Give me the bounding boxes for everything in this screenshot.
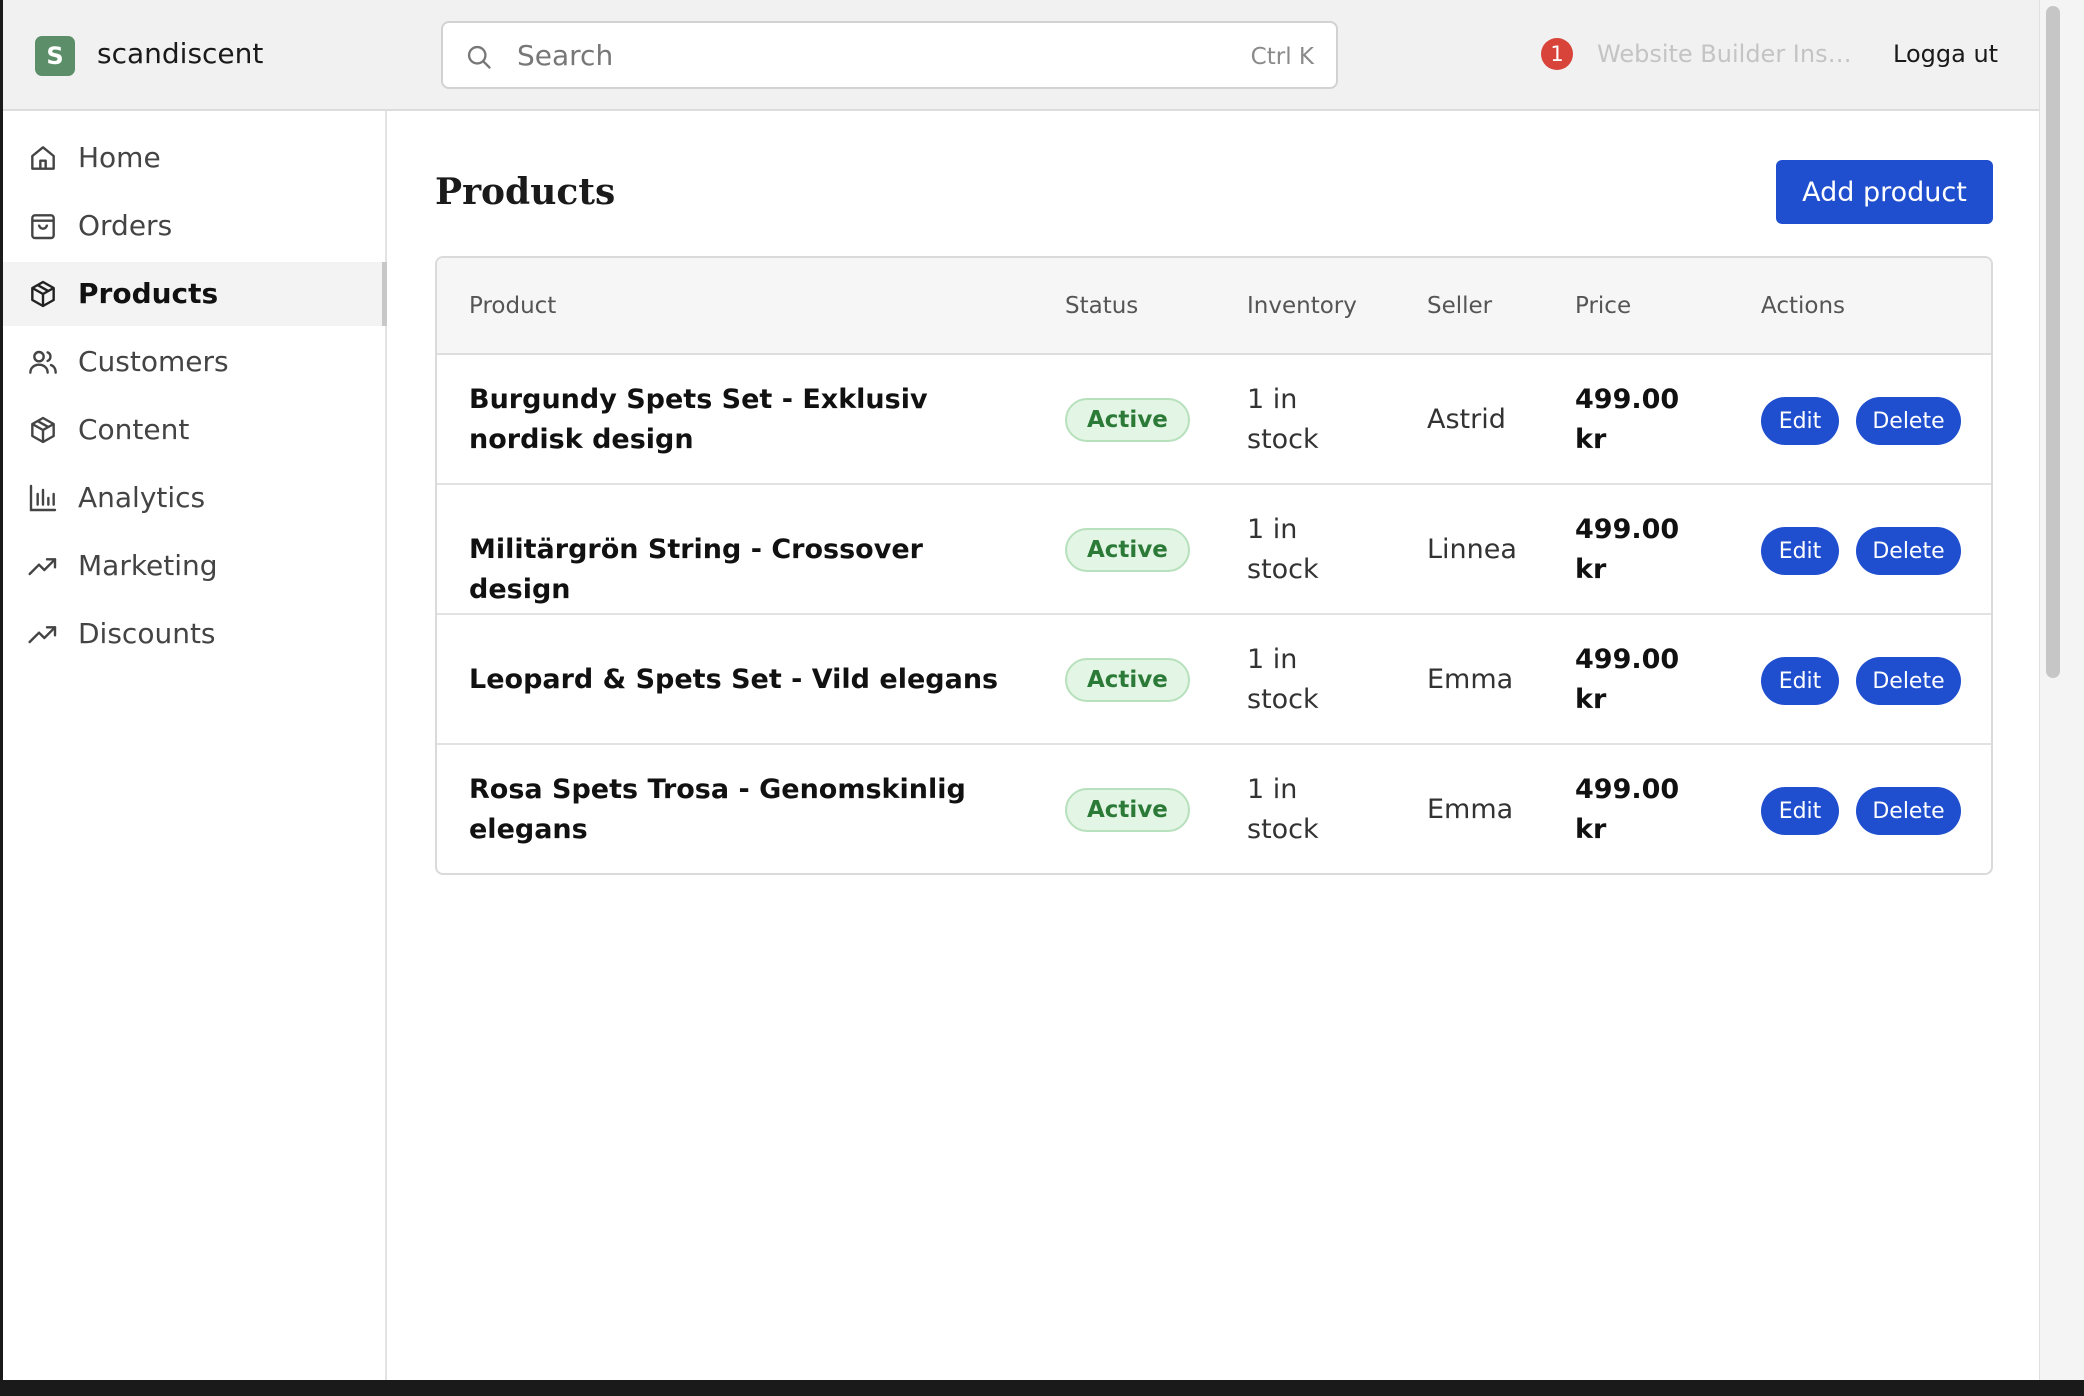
package-icon [31,280,55,308]
edit-button[interactable]: Edit [1761,397,1839,445]
inventory-value: 1 in stock [1247,644,1319,715]
delete-button[interactable]: Delete [1856,657,1961,705]
sidebar-item-label: Home [78,141,161,174]
product-name[interactable]: Rosa Spets Trosa - Genomskinlig elegans [469,770,1009,850]
search-placeholder: Search [517,39,614,72]
seller-name: Linnea [1427,534,1517,565]
add-product-button[interactable]: Add product [1776,160,1993,224]
sidebar-item-customers[interactable]: Customers [3,330,387,394]
home-icon [31,146,55,170]
sidebar-item-label: Marketing [78,549,218,582]
top-bar: S scandiscent Search Ctrl K 1 Website Bu… [3,0,2039,111]
table-row: Militärgrön String - Crossover design Ac… [437,485,1991,615]
status-badge: Active [1065,398,1190,442]
scrollbar-thumb[interactable] [2046,6,2060,678]
column-header-actions: Actions [1761,293,1846,319]
table-row: Leopard & Spets Set - Vild elegans Activ… [437,615,1991,745]
logout-button[interactable]: Logga ut [1893,38,1998,70]
notification-badge[interactable]: 1 [1541,38,1573,70]
sidebar-item-content[interactable]: Content [3,398,387,462]
price-value: 499.00 kr [1575,644,1680,715]
table-row: Burgundy Spets Set - Exklusiv nordisk de… [437,355,1991,485]
products-table: Product Status Inventory Seller Price Ac… [435,256,1993,875]
users-icon [29,350,57,374]
product-name[interactable]: Burgundy Spets Set - Exklusiv nordisk de… [469,380,1009,460]
column-header-status: Status [1065,293,1139,319]
bar-chart-icon [29,484,57,512]
trending-up-icon [28,558,57,576]
store-logo[interactable]: S [35,36,75,76]
sidebar-item-home[interactable]: Home [3,126,387,190]
sidebar-item-label: Orders [78,209,173,242]
table-row: Rosa Spets Trosa - Genomskinlig elegans … [437,745,1991,873]
status-badge: Active [1065,788,1190,832]
site-name[interactable]: Website Builder Insid... [1597,38,1853,70]
column-header-seller: Seller [1427,293,1493,319]
app-window: S scandiscent Search Ctrl K 1 Website Bu… [3,0,2039,1380]
sidebar-item-label: Discounts [78,617,216,650]
edit-button[interactable]: Edit [1761,527,1839,575]
sidebar-item-discounts[interactable]: Discounts [3,602,387,666]
shopping-bag-icon [31,214,55,240]
store-name[interactable]: scandiscent [97,34,263,74]
inventory-value: 1 in stock [1247,384,1319,455]
sidebar-item-label: Content [78,413,190,446]
price-value: 499.00 kr [1575,774,1680,845]
price-value: 499.00 kr [1575,384,1680,455]
inventory-value: 1 in stock [1247,774,1319,845]
search-icon [467,45,491,69]
column-header-inventory: Inventory [1247,293,1357,319]
search-input[interactable]: Search Ctrl K [441,21,1338,89]
search-shortcut: Ctrl K [1250,44,1314,70]
column-header-price: Price [1575,293,1632,319]
page-title: Products [435,171,616,213]
status-badge: Active [1065,658,1190,702]
edit-button[interactable]: Edit [1761,657,1839,705]
status-badge: Active [1065,528,1190,572]
sidebar-item-label: Customers [78,345,229,378]
delete-button[interactable]: Delete [1856,527,1961,575]
trending-up-icon [28,626,57,644]
sidebar-item-orders[interactable]: Orders [3,194,387,258]
table-header: Product Status Inventory Seller Price Ac… [437,258,1991,355]
delete-button[interactable]: Delete [1856,787,1961,835]
sidebar-item-analytics[interactable]: Analytics [3,466,387,530]
inventory-value: 1 in stock [1247,514,1319,585]
column-header-product: Product [469,293,557,319]
sidebar: Home Orders Products Customers Content A… [3,111,387,1380]
sidebar-item-products[interactable]: Products [3,262,387,326]
price-value: 499.00 kr [1575,514,1680,585]
sidebar-item-marketing[interactable]: Marketing [3,534,387,598]
package-icon [31,416,55,444]
seller-name: Emma [1427,794,1514,825]
sidebar-item-label: Analytics [78,481,206,514]
product-name[interactable]: Leopard & Spets Set - Vild elegans [469,660,1009,700]
seller-name: Emma [1427,664,1514,695]
product-name[interactable]: Militärgrön String - Crossover design [469,530,1009,610]
seller-name: Astrid [1427,404,1506,435]
edit-button[interactable]: Edit [1761,787,1839,835]
delete-button[interactable]: Delete [1856,397,1961,445]
sidebar-item-label: Products [78,277,219,310]
